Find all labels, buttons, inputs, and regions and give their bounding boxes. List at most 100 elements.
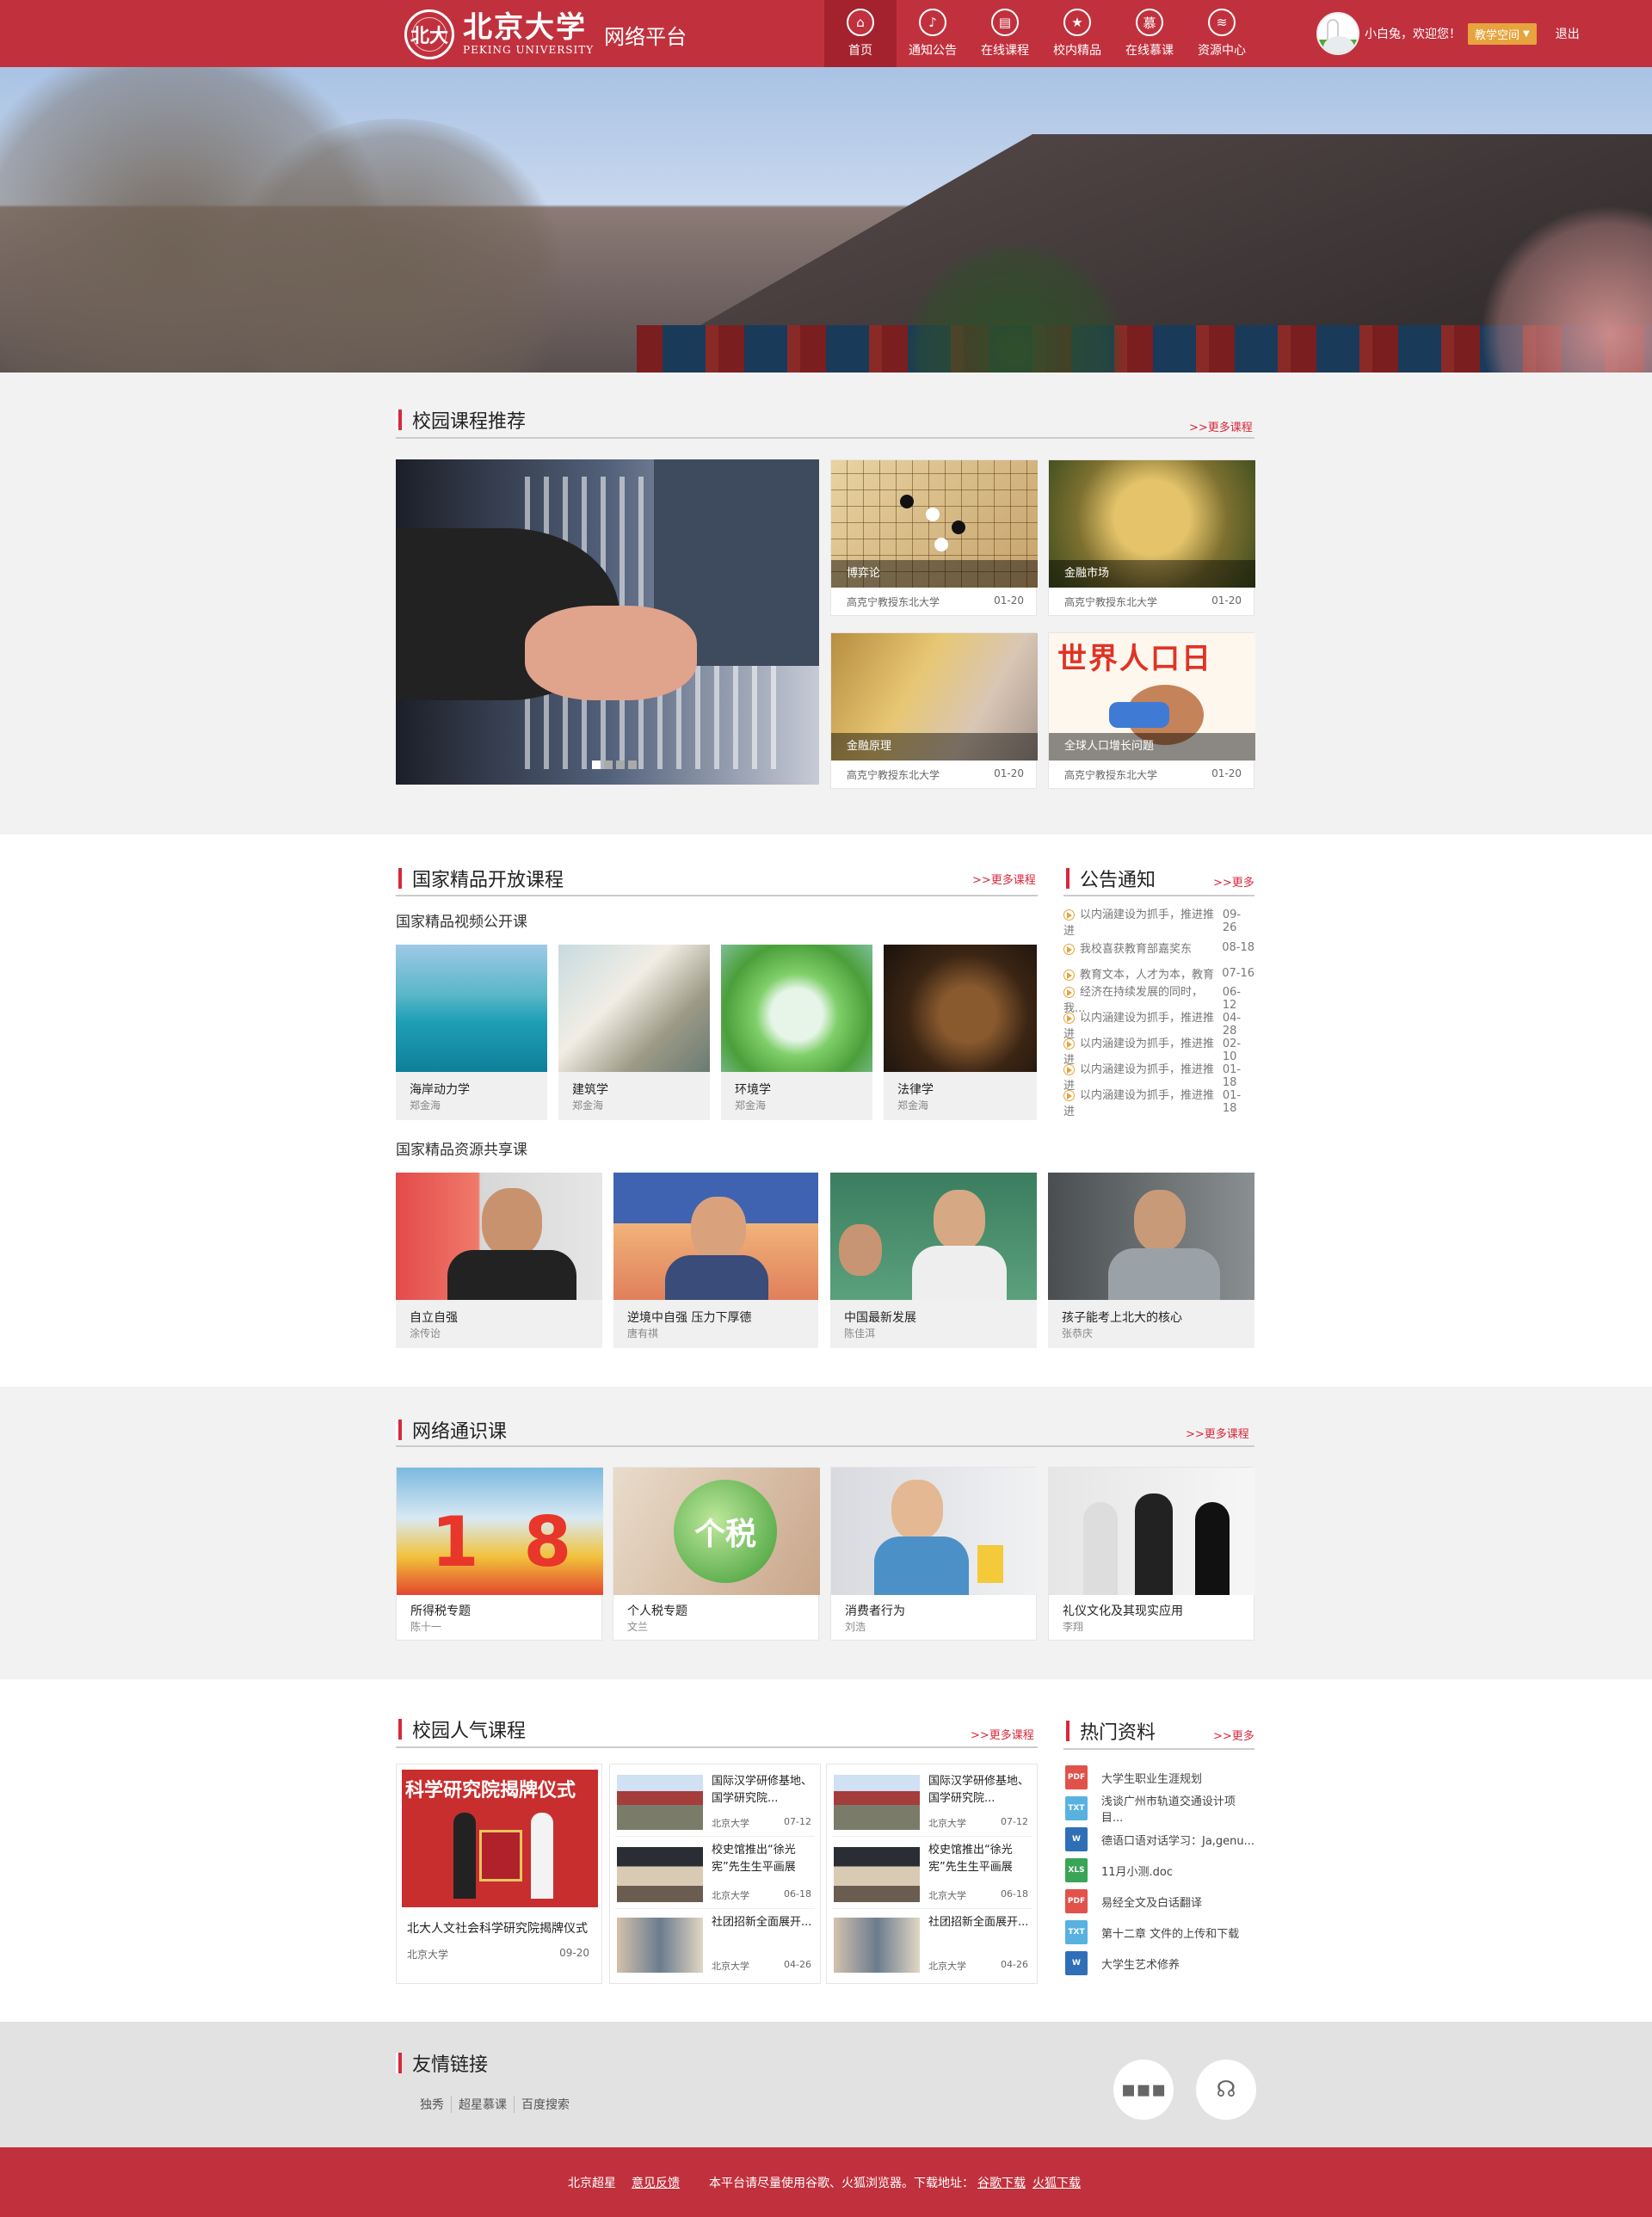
course-thumb (558, 945, 710, 1072)
pdf-file-icon: PDF (1065, 1765, 1088, 1789)
item-thumb (834, 1775, 920, 1830)
divider (396, 895, 1038, 896)
campus-more-link[interactable]: >>更多课程 (1189, 418, 1253, 434)
site-logo[interactable]: 北大 北京大学 PEKING UNIVERSITY 网络平台 (404, 9, 687, 60)
popular-more-link[interactable]: >>更多课程 (971, 1726, 1034, 1742)
share-course-card[interactable]: 孩子能考上北大的核心 张恭庆 (1048, 1173, 1254, 1348)
file-item[interactable]: W 大学生艺术修养 (1065, 1948, 1256, 1979)
course-card[interactable]: 金融原理 高克宁教授东北大学 01-20 (830, 632, 1038, 789)
friend-links: 独秀 超星慕课 百度搜索 (420, 2096, 570, 2113)
chrome-download-link[interactable]: 谷歌下载 (977, 2174, 1026, 2191)
link-item[interactable]: 超星慕课 (452, 2096, 515, 2113)
file-item[interactable]: PDF 大学生职业生涯规划 (1065, 1762, 1256, 1793)
featured-course-slide[interactable] (396, 459, 819, 785)
slide-dot[interactable] (616, 761, 625, 769)
course-card[interactable]: 博弈论 高克宁教授东北大学 01-20 (830, 459, 1038, 616)
popular-feature-card[interactable]: 科学研究院揭牌仪式 北大人文社会科学研究院揭牌仪式 北京大学 09-20 (396, 1764, 602, 1984)
links-section-title: 友情链接 (396, 2049, 488, 2077)
course-card[interactable]: 金融市场 高克宁教授东北大学 01-20 (1048, 459, 1255, 616)
general-course-card[interactable]: 消费者行为 刘浩 (830, 1467, 1038, 1641)
slide-dot[interactable] (592, 761, 601, 769)
firefox-download-link[interactable]: 火狐下载 (1032, 2174, 1081, 2191)
menu-item-premium[interactable]: ★ 校内精品 (1041, 0, 1113, 67)
general-course-card[interactable]: 礼仪文化及其现实应用 李翔 (1048, 1467, 1255, 1641)
txt-file-icon: TXT (1065, 1920, 1088, 1944)
hot-file-list: PDF 大学生职业生涯规划 TXT 浅谈广州市轨道交通设计项目... W 德语口语对话… (1065, 1762, 1256, 1979)
general-course-card[interactable]: 个税 个人税专题 文兰 (613, 1467, 820, 1641)
video-course-card[interactable]: 建筑学 郑金海 (558, 945, 710, 1120)
general-more-link[interactable]: >>更多课程 (1186, 1425, 1249, 1441)
video-subtitle: 国家精品视频公开课 (396, 914, 527, 931)
feedback-link[interactable]: 意见反馈 (632, 2174, 680, 2191)
video-course-card[interactable]: 环境学 郑金海 (721, 945, 872, 1120)
teaching-space-button[interactable]: 教学空间 ▼ (1468, 22, 1537, 45)
course-thumb: 世界人口日 全球人口增长问题 (1049, 633, 1255, 761)
file-item[interactable]: TXT 第十二章 文件的上传和下载 (1065, 1917, 1256, 1948)
divider (1063, 895, 1254, 896)
notice-item[interactable]: 我校喜获教育部嘉奖东 08-18 (1063, 934, 1254, 960)
item-thumb (617, 1775, 703, 1830)
notice-item[interactable]: 以内涵建设为抓手，推进推进 09-26 (1063, 908, 1254, 938)
video-course-card[interactable]: 法律学 郑金海 (884, 945, 1037, 1120)
chat-icon[interactable]: ▪▪▪ (1113, 2060, 1174, 2120)
arrow-circle-icon (1063, 909, 1075, 921)
menu-item-mooc[interactable]: 慕在线慕课 (1113, 0, 1186, 67)
hot-section-title: 热门资料 (1063, 1717, 1156, 1745)
course-thumb: 金融市场 (1049, 460, 1255, 588)
national-section-title: 国家精品开放课程 (396, 865, 564, 892)
course-card[interactable]: 世界人口日 全球人口增长问题 高克宁教授东北大学 01-20 (1048, 632, 1255, 789)
brand-en: PEKING UNIVERSITY (463, 44, 595, 56)
headset-icon[interactable]: ☊ (1196, 2060, 1256, 2120)
general-section-title: 网络通识课 (396, 1416, 507, 1444)
menu-item-resource[interactable]: ≋ 资源中心 (1186, 0, 1258, 67)
word-file-icon: W (1065, 1951, 1088, 1975)
file-item[interactable]: W 德语口语对话学习：Ja,genu... (1065, 1824, 1256, 1855)
mooc-icon: 慕 (1136, 9, 1163, 36)
file-item[interactable]: TXT 浅谈广州市轨道交通设计项目... (1065, 1793, 1256, 1825)
notice-item[interactable]: 以内涵建设为抓手，推进推进 01-18 (1063, 1089, 1254, 1118)
divider (396, 1746, 1038, 1748)
menu-item-home[interactable]: ⌂ 首页 (824, 0, 897, 67)
popular-item[interactable]: 校史馆推出“徐光宪”先生生平画展 北京大学 06-18 (615, 1840, 815, 1909)
link-item[interactable]: 独秀 (420, 2096, 452, 2113)
slide-dot[interactable] (628, 761, 637, 769)
popular-item[interactable]: 社团招新全面展开... 北京大学 04-26 (615, 1912, 815, 1978)
video-course-card[interactable]: 海岸动力学 郑金海 (396, 945, 547, 1120)
course-thumb (1049, 1468, 1255, 1595)
arrow-circle-icon (1063, 1064, 1075, 1075)
campus-section-bg (0, 373, 1652, 834)
arrow-circle-icon (1063, 943, 1075, 955)
avatar[interactable] (1316, 12, 1359, 55)
slide-dot[interactable] (604, 761, 613, 769)
popular-item[interactable]: 社团招新全面展开... 北京大学 04-26 (832, 1912, 1032, 1978)
menu-item-online-course[interactable]: ▤ 在线课程 (969, 0, 1041, 67)
file-item[interactable]: PDF 易经全文及白话翻译 (1065, 1886, 1256, 1917)
share-course-card[interactable]: 逆境中自强 压力下厚德 唐有祺 (613, 1173, 818, 1348)
hot-more-link[interactable]: >>更多 (1213, 1727, 1254, 1743)
user-area: 小白兔，欢迎您！ 教学空间 ▼ 退出 (1316, 12, 1580, 55)
course-thumb (830, 1173, 1037, 1300)
national-more-link[interactable]: >>更多课程 (972, 871, 1036, 887)
campus-banner (0, 67, 1652, 373)
popular-item[interactable]: 校史馆推出“徐光宪”先生生平画展 北京大学 06-18 (832, 1840, 1032, 1909)
notice-more-link[interactable]: >>更多 (1213, 873, 1254, 890)
file-item[interactable]: XLS 11月小测.doc (1065, 1855, 1256, 1886)
menu-item-notice[interactable]: ♪ 通知公告 (897, 0, 969, 67)
notice-list: 以内涵建设为抓手，推进推进 09-26 我校喜获教育部嘉奖东 08-18 教育文本，… (1063, 908, 1254, 1118)
course-thumb (831, 1468, 1038, 1595)
popular-list: 国际汉学研修基地、国学研究院... 北京大学 07-12 校史馆推出“徐光宪”先… (609, 1764, 821, 1984)
general-course-card[interactable]: 1 8 所得税专题 陈十一 (396, 1467, 603, 1641)
popular-item[interactable]: 国际汉学研修基地、国学研究院... 北京大学 07-12 (832, 1771, 1032, 1837)
txt-file-icon: TXT (1065, 1796, 1088, 1820)
pdf-file-icon: PDF (1065, 1889, 1088, 1913)
share-course-card[interactable]: 自立自强 涂传诒 (396, 1173, 602, 1348)
divider (1063, 1748, 1254, 1750)
popular-item[interactable]: 国际汉学研修基地、国学研究院... 北京大学 07-12 (615, 1771, 815, 1837)
brand-text: 北京大学 PEKING UNIVERSITY (463, 12, 594, 57)
course-thumb (884, 945, 1037, 1072)
logout-link[interactable]: 退出 (1556, 25, 1580, 42)
notice-section-title: 公告通知 (1063, 865, 1156, 892)
link-item[interactable]: 百度搜索 (515, 2096, 570, 2113)
share-course-card[interactable]: 中国最新发展 陈佳洱 (830, 1173, 1037, 1348)
divider (396, 1445, 1254, 1447)
